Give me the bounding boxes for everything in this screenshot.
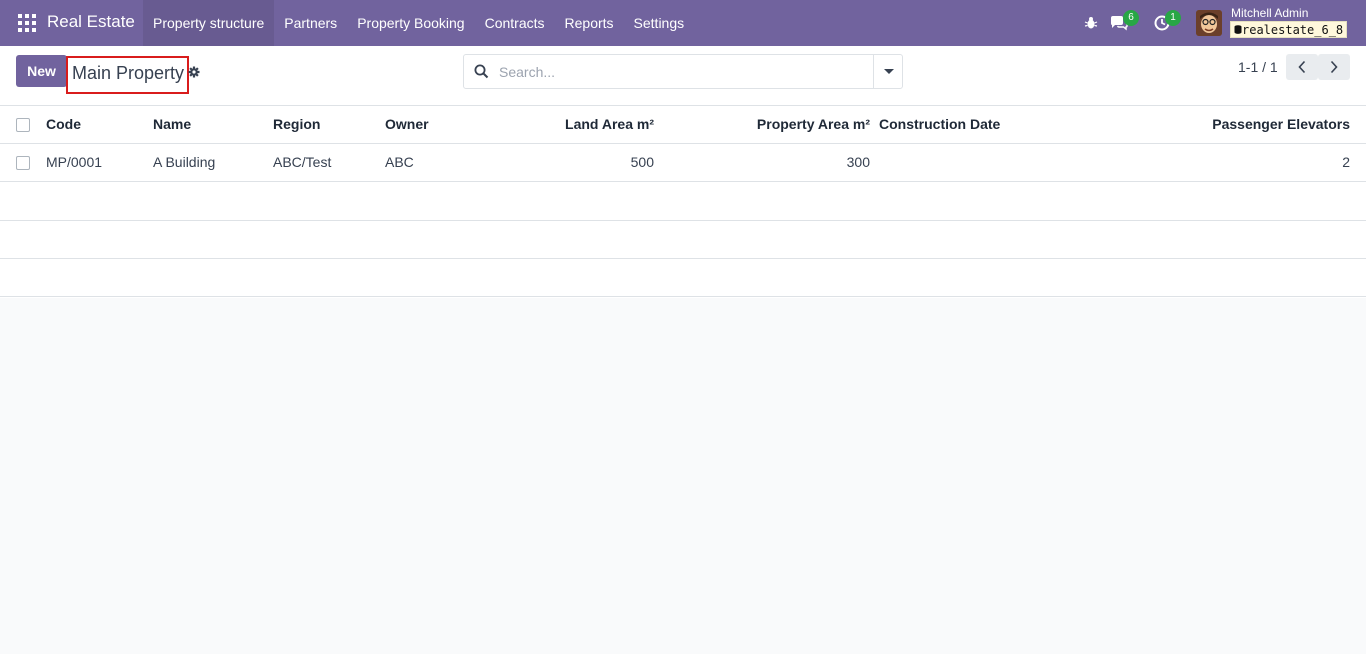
menu-item-reports[interactable]: Reports: [555, 0, 624, 46]
activities-count-badge: 1: [1165, 10, 1181, 26]
new-button[interactable]: New: [16, 55, 67, 87]
pager-previous-button[interactable]: [1286, 54, 1318, 80]
debug-bug-icon[interactable]: [1084, 0, 1098, 46]
empty-row: [0, 183, 1366, 221]
row-checkbox[interactable]: [16, 156, 30, 170]
chevron-right-icon: [1330, 60, 1338, 74]
app-brand[interactable]: Real Estate: [47, 12, 135, 32]
cell-owner: ABC: [385, 154, 414, 170]
column-header-property-area[interactable]: Property Area m²: [690, 116, 870, 132]
top-navbar: Real Estate Property structure Partners …: [0, 0, 1366, 46]
menu-item-property-booking[interactable]: Property Booking: [347, 0, 474, 46]
user-name[interactable]: Mitchell Admin: [1231, 6, 1308, 20]
pager-value[interactable]: 1-1 / 1: [1238, 59, 1278, 75]
apps-menu-icon[interactable]: [18, 14, 36, 32]
column-header-owner[interactable]: Owner: [385, 116, 429, 132]
cell-property-area: 300: [846, 154, 870, 170]
cell-passenger-elevators: 2: [1342, 154, 1350, 170]
cell-region: ABC/Test: [273, 154, 332, 170]
menu-item-partners[interactable]: Partners: [274, 0, 347, 46]
control-panel: New Main Property 1-1 / 1: [0, 46, 1366, 106]
table-header-row: Code Name Region Owner Land Area m² Prop…: [0, 106, 1366, 144]
menu-item-property-structure[interactable]: Property structure: [143, 0, 275, 46]
empty-row: [0, 259, 1366, 297]
column-header-name[interactable]: Name: [153, 116, 191, 132]
column-header-land-area[interactable]: Land Area m²: [504, 116, 654, 132]
property-list-table: Code Name Region Owner Land Area m² Prop…: [0, 106, 1366, 298]
menu-item-contracts[interactable]: Contracts: [475, 0, 555, 46]
cell-name: A Building: [153, 154, 216, 170]
select-all-checkbox[interactable]: [16, 118, 30, 132]
menu-item-settings[interactable]: Settings: [624, 0, 695, 46]
column-header-code[interactable]: Code: [46, 116, 81, 132]
chevron-left-icon: [1298, 60, 1306, 74]
empty-row: [0, 221, 1366, 259]
search-options-toggle[interactable]: [873, 55, 903, 88]
database-icon: [1234, 25, 1242, 34]
caret-down-icon: [883, 69, 894, 74]
cell-code: MP/0001: [46, 154, 103, 170]
database-name: realestate_6_8: [1230, 21, 1348, 38]
database-name-text: realestate_6_8: [1242, 23, 1344, 37]
search-input[interactable]: [499, 55, 873, 88]
user-avatar[interactable]: [1196, 10, 1222, 36]
column-header-passenger-elevators[interactable]: Passenger Elevators: [1150, 116, 1350, 132]
search-bar: [463, 54, 903, 89]
main-menu: Property structure Partners Property Boo…: [143, 0, 694, 46]
search-icon: [474, 64, 489, 82]
messages-count-badge: 6: [1123, 10, 1139, 26]
cell-land-area: 500: [630, 154, 654, 170]
breadcrumb-title: Main Property: [66, 56, 189, 94]
column-header-construction-date[interactable]: Construction Date: [879, 116, 1000, 132]
gear-icon[interactable]: [188, 65, 200, 81]
table-row[interactable]: MP/0001 A Building ABC/Test ABC 500 300 …: [0, 144, 1366, 182]
column-header-region[interactable]: Region: [273, 116, 320, 132]
pager-next-button[interactable]: [1318, 54, 1350, 80]
